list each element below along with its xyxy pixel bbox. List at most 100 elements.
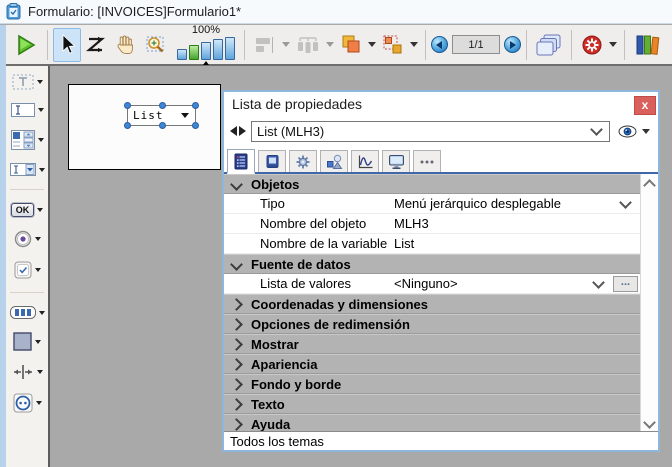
chevron-down-icon[interactable] — [38, 138, 44, 142]
selection-handle-top-right[interactable] — [192, 102, 199, 109]
chevron-down-icon[interactable] — [37, 208, 43, 212]
property-label: Lista de valores — [224, 276, 394, 291]
tab-data[interactable] — [258, 150, 286, 172]
align-dropdown-icon[interactable] — [282, 42, 290, 47]
panel-close-button[interactable]: x — [634, 96, 656, 115]
panel-title: Lista de propiedades — [224, 96, 362, 112]
section-header-mostrar[interactable]: Mostrar — [224, 334, 640, 354]
palette-tool-static-text[interactable] — [12, 74, 43, 90]
button-bar-icon — [10, 306, 36, 319]
palette-tool-rectangle[interactable] — [13, 332, 41, 351]
chevron-down-icon — [590, 123, 603, 136]
magnifier-icon — [145, 34, 169, 56]
badges-button[interactable] — [577, 28, 607, 62]
run-form-button[interactable] — [10, 28, 42, 62]
chevron-down-icon[interactable] — [37, 370, 43, 374]
palette-tool-list-box[interactable] — [11, 130, 44, 150]
section-header-fondo-y-borde[interactable]: Fondo y borde — [224, 374, 640, 394]
chevron-down-icon[interactable] — [35, 340, 41, 344]
panel-titlebar[interactable]: Lista de propiedades x — [224, 92, 658, 116]
chevron-down-icon[interactable] — [39, 168, 45, 172]
selection-handle-bottom-right[interactable] — [192, 122, 199, 129]
chevron-down-icon[interactable] — [592, 276, 605, 289]
selection-handle-top-center[interactable] — [159, 102, 166, 109]
dropdown-object-label: List — [128, 109, 164, 122]
distribute-objects-button[interactable] — [292, 28, 324, 62]
tab-events[interactable] — [351, 150, 379, 172]
ellipsis-button[interactable]: ... — [613, 276, 638, 292]
level-dropdown-icon[interactable] — [368, 42, 376, 47]
view-filter-button[interactable] — [618, 125, 652, 138]
palette-tool-text-input[interactable] — [11, 103, 44, 117]
pages-stack-icon — [536, 33, 562, 57]
chevron-down-icon[interactable] — [37, 80, 43, 84]
scroll-up-icon[interactable] — [643, 179, 656, 192]
scroll-down-icon[interactable] — [643, 416, 656, 429]
tab-order-button[interactable] — [81, 28, 111, 62]
selection-handle-bottom-left[interactable] — [124, 122, 131, 129]
chevron-down-icon[interactable] — [35, 237, 41, 241]
duplicate-matrix-button[interactable] — [378, 28, 408, 62]
align-objects-button[interactable] — [250, 28, 280, 62]
dropdown-object[interactable]: List — [127, 105, 196, 126]
section-header-coordenadas-y-dimensiones[interactable]: Coordenadas y dimensiones — [224, 294, 640, 314]
combo-box-icon — [10, 163, 36, 176]
ellipsis-icon — [419, 159, 435, 165]
property-value[interactable]: <Ninguno> — [394, 276, 594, 291]
toolbar-separator — [425, 30, 426, 60]
property-value[interactable]: Menú jerárquico desplegable — [394, 196, 621, 211]
form-page[interactable]: List — [68, 84, 221, 170]
selection-handle-bottom-center[interactable] — [159, 122, 166, 129]
previous-page-button[interactable] — [431, 36, 448, 53]
next-object-icon[interactable] — [239, 126, 246, 136]
level-objects-button[interactable] — [336, 28, 366, 62]
zoom-magnifier-button[interactable] — [141, 28, 173, 62]
section-header-texto[interactable]: Texto — [224, 394, 640, 414]
previous-object-icon[interactable] — [230, 126, 237, 136]
property-value[interactable]: List — [394, 236, 640, 251]
selection-handle-top-left[interactable] — [124, 102, 131, 109]
palette-tool-combo-box[interactable] — [10, 163, 45, 176]
chevron-down-icon[interactable] — [36, 401, 42, 405]
palette-tool-button-bar[interactable] — [10, 306, 45, 319]
palette-tool-plugin-area[interactable] — [13, 393, 42, 413]
section-label: Apariencia — [251, 357, 317, 372]
zoom-level-widget[interactable]: 100% — [177, 25, 235, 65]
panel-scrollbar[interactable] — [640, 174, 658, 431]
tab-properties-list[interactable] — [227, 149, 255, 174]
section-header-fuente-de-datos[interactable]: Fuente de datos — [224, 254, 640, 274]
zoom-bars-icon[interactable] — [177, 37, 235, 60]
distribute-dropdown-icon[interactable] — [326, 42, 334, 47]
palette-tool-splitter[interactable] — [12, 364, 43, 380]
next-arrow-icon — [510, 41, 516, 49]
pan-hand-button[interactable] — [111, 28, 141, 62]
chevron-down-icon[interactable] — [39, 311, 45, 315]
tab-more[interactable] — [413, 150, 441, 172]
palette-tool-check-box[interactable] — [14, 261, 41, 279]
object-selector-combobox[interactable]: List (MLH3) — [251, 121, 610, 142]
object-selector-row: List (MLH3) — [224, 116, 658, 146]
tab-objects[interactable] — [320, 150, 348, 172]
form-pages-button[interactable] — [532, 28, 566, 62]
palette-tool-button[interactable]: OK — [11, 203, 44, 217]
section-header-opciones-de-redimension[interactable]: Opciones de redimensión — [224, 314, 640, 334]
chevron-down-icon[interactable] — [38, 108, 44, 112]
palette-tool-radio-button[interactable] — [14, 230, 41, 248]
duplicate-dropdown-icon[interactable] — [410, 42, 418, 47]
badges-dropdown-icon[interactable] — [609, 42, 617, 47]
toolbar-separator — [526, 30, 527, 60]
page-indicator[interactable]: 1/1 — [452, 35, 500, 54]
select-arrow-button[interactable] — [53, 28, 81, 62]
explorer-books-button[interactable] — [630, 28, 664, 62]
tab-display[interactable] — [382, 150, 410, 172]
chevron-right-icon — [230, 378, 243, 391]
window-titlebar[interactable]: Formulario: [INVOICES]Formulario1* — [0, 0, 672, 24]
property-value[interactable]: MLH3 — [394, 216, 640, 231]
chevron-down-icon[interactable] — [35, 268, 41, 272]
tab-settings[interactable] — [289, 150, 317, 172]
text-input-icon — [11, 103, 35, 117]
next-page-button[interactable] — [504, 36, 521, 53]
section-header-apariencia[interactable]: Apariencia — [224, 354, 640, 374]
section-header-objetos[interactable]: Objetos — [224, 174, 640, 194]
chevron-down-icon[interactable] — [619, 196, 632, 209]
